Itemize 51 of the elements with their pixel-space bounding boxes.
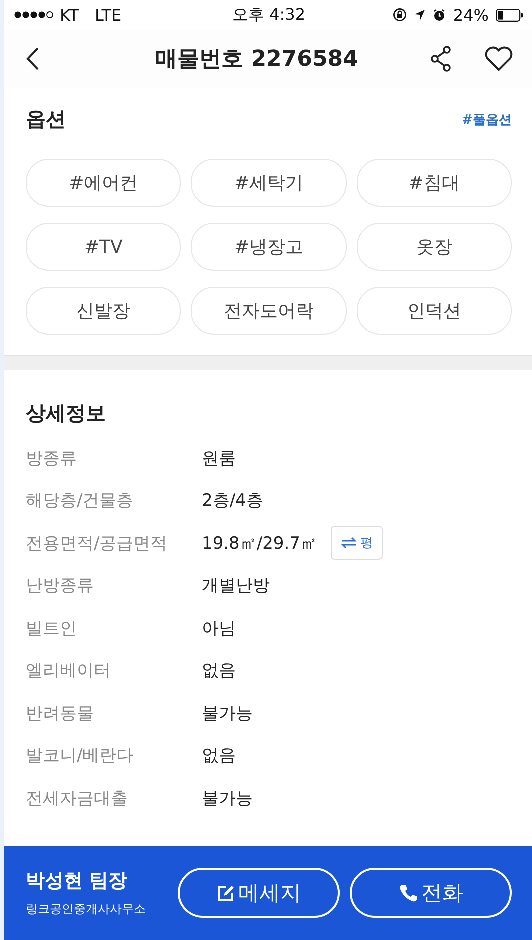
detail-label: 엘리베이터 (26, 660, 112, 682)
detail-value: 없음 (202, 660, 236, 682)
section-title: 옵션 (26, 106, 66, 133)
location-arrow-icon (414, 9, 426, 21)
detail-value: 없음 (202, 745, 236, 768)
section-title: 상세정보 (26, 400, 107, 427)
rotation-lock-icon (393, 8, 408, 22)
detail-label: 난방종류 (26, 575, 95, 598)
detail-value: 2층/4층 (202, 490, 264, 512)
detail-label: 전용면적/공급면적 (26, 532, 169, 555)
option-tag: #TV (26, 223, 182, 271)
phone-icon (398, 884, 418, 902)
page-title: 매물번호 2276584 (154, 46, 360, 74)
detail-value: 불가능 (202, 702, 253, 725)
detail-label: 방종류 (26, 448, 78, 470)
carrier-name: KT (60, 6, 80, 24)
call-button[interactable]: 전화 (350, 868, 512, 918)
option-tag: 신발장 (26, 287, 182, 335)
detail-value: 개별난방 (202, 575, 270, 598)
detail-label: 발코니/베란다 (26, 745, 135, 768)
back-icon (26, 47, 40, 71)
edit-icon (216, 884, 234, 902)
detail-value: 아님 (202, 618, 236, 640)
message-button[interactable]: 메세지 (178, 868, 340, 918)
detail-value: 원룸 (202, 448, 236, 470)
option-tag: #에어컨 (26, 159, 182, 207)
detail-label: 빌트인 (26, 618, 78, 640)
network-type: LTE (95, 6, 122, 24)
share-icon (430, 46, 452, 72)
detail-label: 해당층/건물층 (26, 490, 135, 512)
option-tag: 옷장 (356, 223, 512, 271)
heart-icon (484, 46, 514, 72)
detail-value: 19.8㎡/29.7㎡ (202, 532, 318, 555)
option-tag: 인덕션 (356, 287, 512, 335)
option-tag: #세탁기 (191, 159, 347, 207)
full-option-link[interactable]: #풀옵션 (462, 110, 512, 128)
status-time: 오후 4:32 (232, 4, 306, 26)
swap-icon (341, 537, 358, 550)
alarm-icon (433, 8, 446, 22)
detail-label: 반려동물 (26, 702, 95, 725)
agent-office: 링크공인중개사사무소 (26, 901, 147, 918)
unit-toggle-button[interactable]: 평 (331, 526, 384, 560)
option-tag: #침대 (356, 159, 512, 207)
detail-label: 전세자금대출 (26, 788, 129, 810)
option-tag: #냉장고 (191, 223, 347, 271)
agent-name: 박성현 팀장 (26, 869, 129, 894)
option-tag: 전자도어락 (191, 287, 347, 335)
battery-percent: 24% (453, 6, 489, 24)
detail-value: 불가능 (202, 788, 253, 810)
signal-icon (14, 10, 54, 20)
battery-icon (496, 8, 524, 22)
